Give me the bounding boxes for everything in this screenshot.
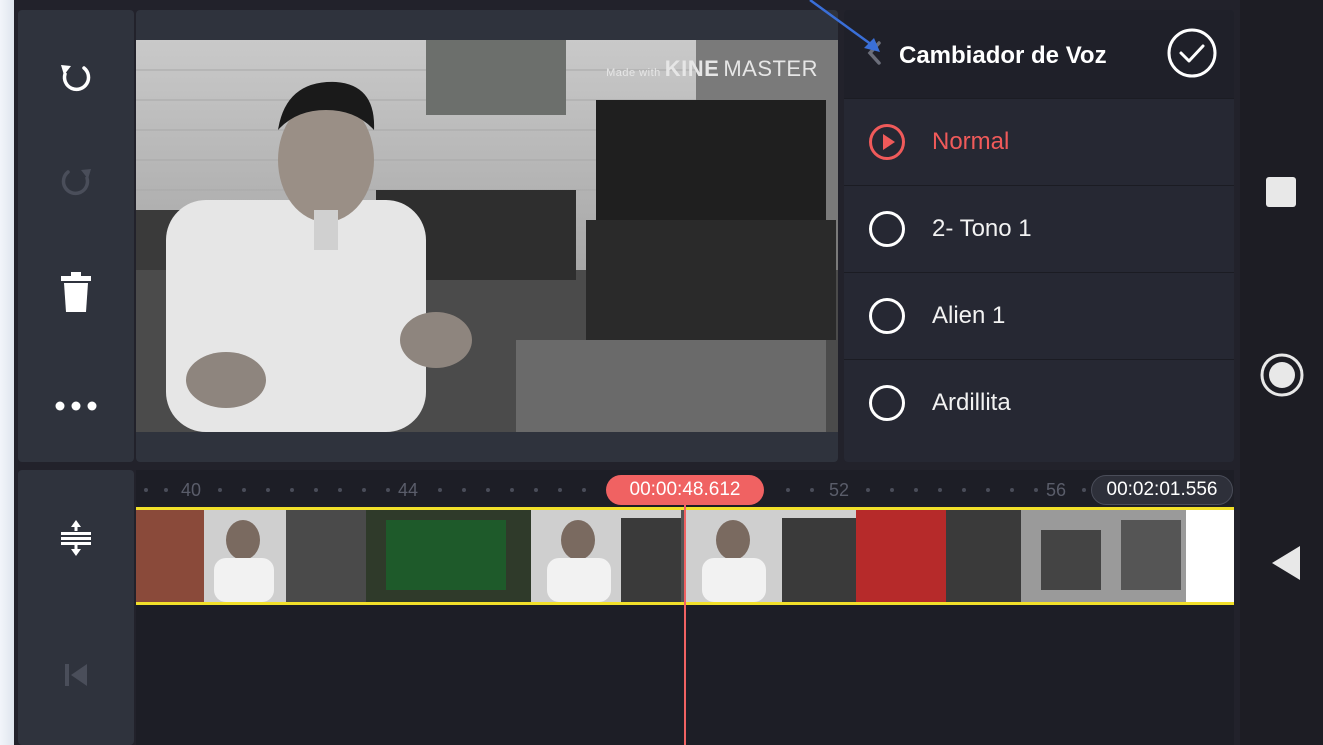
ruler-dot — [914, 488, 918, 492]
total-duration-badge: 00:02:01.556 — [1091, 475, 1233, 505]
timeline[interactable]: 40 44 52 56 00:00:48.612 00:02:01.556 — [136, 470, 1234, 745]
voice-option-label: Alien 1 — [932, 302, 1006, 329]
voice-changer-header: Cambiador de Voz — [844, 10, 1234, 98]
voice-option-label: Ardillita — [932, 389, 1011, 416]
clip-thumbnail[interactable] — [856, 510, 1021, 602]
ruler-dot — [986, 488, 990, 492]
watermark-brand: KINE — [664, 56, 720, 81]
clip-thumbnail[interactable] — [1021, 510, 1186, 602]
ruler-dot — [290, 488, 294, 492]
check-circle-icon — [1167, 28, 1217, 78]
ruler-dot — [266, 488, 270, 492]
radio-unselected-icon — [869, 385, 905, 421]
watermark-prefix: Made with — [606, 67, 661, 79]
voice-option-label: 2- Tono 1 — [932, 215, 1032, 242]
circle-icon — [1260, 353, 1304, 397]
ruler-dot — [218, 488, 222, 492]
delete-button[interactable] — [18, 262, 134, 322]
clip-thumbnail[interactable] — [136, 510, 204, 602]
more-icon — [54, 400, 98, 412]
ruler-dot — [1010, 488, 1014, 492]
expand-tracks-icon — [59, 518, 93, 558]
ruler-dot — [890, 488, 894, 492]
voice-option-normal[interactable]: Normal — [844, 98, 1234, 185]
clip-thumbnail[interactable] — [204, 510, 286, 602]
ruler-tick-label: 40 — [181, 480, 202, 500]
video-frame[interactable]: Made with KINE MASTER — [136, 40, 838, 432]
video-scene-image — [136, 40, 838, 432]
expand-tracks-button[interactable] — [18, 508, 134, 568]
ruler-dot — [242, 488, 246, 492]
trash-icon — [58, 270, 94, 314]
radio-unselected-icon — [869, 211, 905, 247]
ruler-dot — [1082, 488, 1086, 492]
time-ruler[interactable]: 40 44 52 56 00:00:48.612 00:02:01.556 — [136, 470, 1234, 506]
radio-unselected-icon — [869, 298, 905, 334]
redo-icon — [56, 160, 96, 200]
square-icon — [1266, 177, 1296, 207]
kinemaster-watermark: Made with KINE MASTER — [606, 56, 818, 82]
undo-button[interactable] — [18, 46, 134, 106]
ruler-dot — [164, 488, 168, 492]
ruler-dot — [338, 488, 342, 492]
ruler-tick-label: 44 — [398, 480, 419, 500]
jump-to-start-icon — [61, 660, 91, 690]
ruler-dot — [866, 488, 870, 492]
ruler-dot — [362, 488, 366, 492]
current-time-badge: 00:00:48.612 — [606, 475, 764, 505]
voice-changer-title: Cambiador de Voz — [899, 42, 1107, 69]
ruler-dot — [558, 488, 562, 492]
jump-to-start-button[interactable] — [18, 645, 134, 705]
ruler-dot — [810, 488, 814, 492]
device-bezel — [0, 0, 14, 745]
ruler-dot — [534, 488, 538, 492]
home-button[interactable] — [1259, 352, 1305, 403]
ruler-dot — [938, 488, 942, 492]
ruler-tick-label: 56 — [1046, 480, 1067, 500]
play-radio-selected-icon — [869, 124, 905, 160]
clip-thumbnail[interactable] — [531, 510, 681, 602]
ruler-dot — [786, 488, 790, 492]
ruler-dot — [510, 488, 514, 492]
voice-option-alien-1[interactable]: Alien 1 — [844, 272, 1234, 359]
ruler-dot — [144, 488, 148, 492]
clip-thumbnail[interactable] — [1186, 510, 1234, 602]
redo-button[interactable] — [18, 150, 134, 210]
ruler-dot — [962, 488, 966, 492]
ruler-dot — [438, 488, 442, 492]
annotation-arrow-icon — [809, 0, 880, 52]
kinemaster-editor: Made with KINE MASTER Cambiador de Voz N… — [14, 0, 1240, 745]
ruler-dot — [462, 488, 466, 492]
system-navigation-bar — [1240, 0, 1323, 745]
ruler-tick-label: 52 — [829, 480, 850, 500]
clip-thumbnail[interactable] — [366, 510, 531, 602]
playhead-line[interactable] — [684, 505, 686, 745]
voice-option-tono-1[interactable]: 2- Tono 1 — [844, 185, 1234, 272]
clip-thumbnail[interactable] — [686, 510, 856, 602]
back-button[interactable] — [1270, 544, 1302, 587]
voice-changer-panel: Cambiador de Voz Normal 2- Tono 1 Alien … — [844, 10, 1234, 462]
voice-option-label: Normal — [932, 128, 1010, 155]
triangle-back-icon — [1272, 546, 1300, 580]
clip-thumbnail[interactable] — [286, 510, 366, 602]
more-button[interactable] — [18, 376, 134, 436]
ruler-dot — [314, 488, 318, 492]
undo-icon — [56, 56, 96, 96]
video-preview-panel: Made with KINE MASTER — [136, 10, 838, 462]
recents-button[interactable] — [1265, 176, 1297, 213]
confirm-button[interactable] — [1166, 27, 1218, 79]
tools-panel-bottom — [18, 470, 134, 745]
ruler-dot — [1034, 488, 1038, 492]
voice-option-ardillita[interactable]: Ardillita — [844, 359, 1234, 446]
tools-panel-top — [18, 10, 134, 462]
ruler-dot — [386, 488, 390, 492]
ruler-dot — [486, 488, 490, 492]
ruler-dot — [582, 488, 586, 492]
